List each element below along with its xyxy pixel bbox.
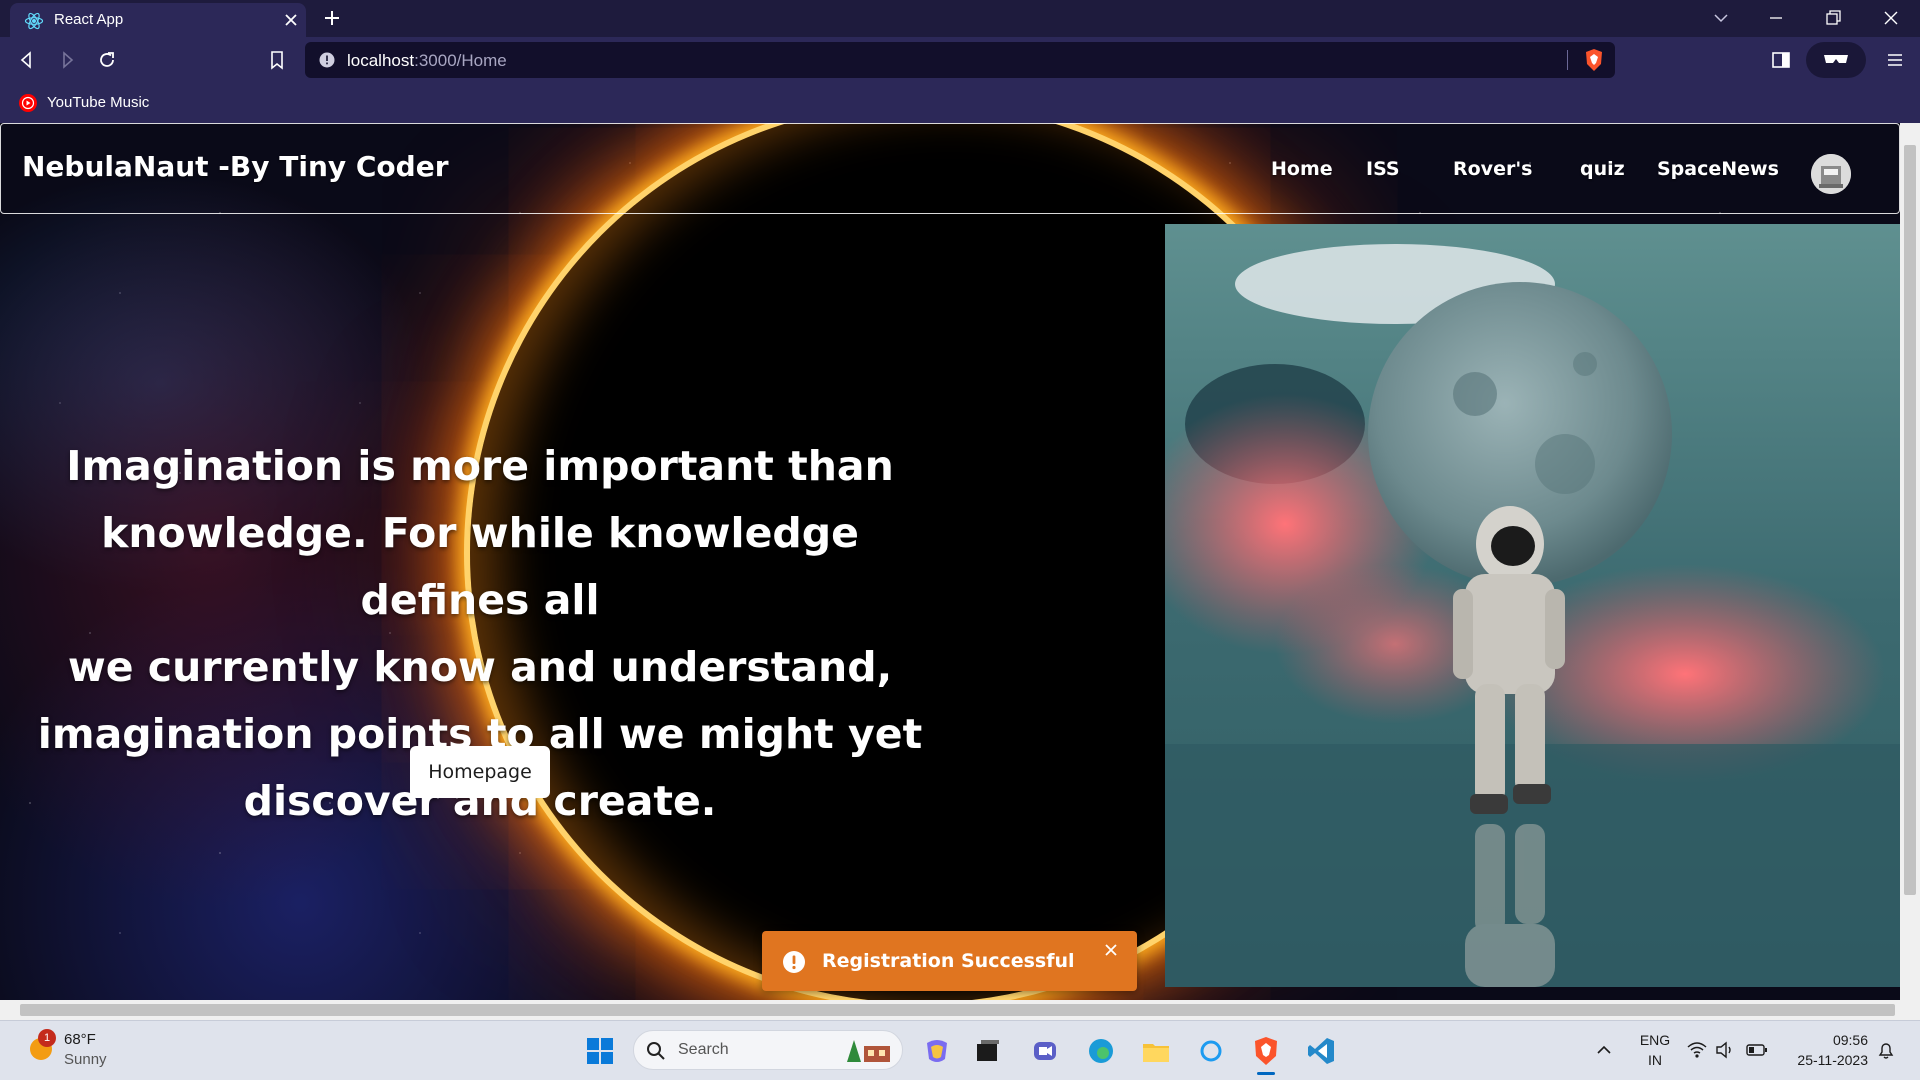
tab-search-chevron-icon[interactable] (1711, 8, 1731, 28)
browser-toolbar: localhost:3000/Home (0, 37, 1920, 83)
homepage-button[interactable]: Homepage (410, 746, 550, 798)
windows-taskbar: 1 68°F Sunny Search ENG IN 09:56 25-11-2… (0, 1020, 1920, 1080)
task-view-icon[interactable] (972, 1035, 1004, 1067)
scrollbar-corner (1900, 1000, 1920, 1020)
url-text: localhost:3000/Home (347, 51, 507, 71)
new-tab-icon[interactable] (322, 8, 342, 28)
address-bar[interactable]: localhost:3000/Home (305, 42, 1615, 78)
file-explorer-icon[interactable] (1140, 1035, 1172, 1067)
back-icon[interactable] (16, 49, 38, 71)
close-window-icon[interactable] (1881, 8, 1901, 28)
language-line1[interactable]: ENG (1633, 1032, 1677, 1048)
vertical-scrollbar[interactable] (1900, 123, 1920, 1000)
battery-icon[interactable] (1745, 1040, 1769, 1060)
url-host: localhost (347, 51, 415, 70)
volume-icon[interactable] (1714, 1040, 1736, 1060)
react-icon (24, 12, 44, 30)
quote-line: Imagination is more important than (66, 442, 894, 490)
nav-link-quiz[interactable]: quiz (1580, 158, 1625, 180)
bookmark-icon[interactable] (266, 49, 288, 71)
brave-browser-icon[interactable] (1250, 1035, 1282, 1067)
vscode-icon[interactable] (1305, 1035, 1337, 1067)
site-info-icon[interactable] (319, 52, 335, 68)
forward-icon[interactable] (56, 49, 78, 71)
close-tab-icon[interactable] (282, 11, 300, 29)
youtube-music-icon (19, 94, 37, 112)
sidebar-toggle-icon[interactable] (1770, 49, 1792, 71)
minimize-icon[interactable] (1766, 8, 1786, 28)
clock-time[interactable]: 09:56 (1780, 1032, 1868, 1048)
teams-chat-icon[interactable] (1029, 1035, 1061, 1067)
search-icon (647, 1042, 665, 1060)
astronaut-moon-image (1165, 224, 1900, 987)
horizontal-scroll-thumb[interactable] (20, 1004, 1895, 1016)
language-line2[interactable]: IN (1633, 1052, 1677, 1068)
brave-vpn-button[interactable] (1806, 42, 1866, 78)
brave-shields-icon[interactable] (1583, 48, 1605, 72)
toast-message: Registration Successful (822, 950, 1075, 972)
nav-link-iss[interactable]: ISS (1366, 158, 1400, 180)
bookmarks-bar: YouTube Music (0, 83, 1920, 123)
horizontal-scrollbar[interactable] (0, 1000, 1900, 1020)
weather-condition[interactable]: Sunny (64, 1051, 107, 1068)
nav-link-spacenews[interactable]: SpaceNews (1657, 158, 1779, 180)
search-highlight-icon (847, 1040, 890, 1062)
nav-link-home[interactable]: Home (1271, 158, 1333, 180)
weather-temp[interactable]: 68°F (64, 1031, 96, 1048)
site-navbar: NebulaNaut -By Tiny Coder Home ISS Rover… (0, 123, 1900, 214)
bookmark-youtube-music[interactable]: YouTube Music (47, 94, 149, 111)
edge-browser-icon[interactable] (1085, 1035, 1117, 1067)
brave-active-indicator (1257, 1072, 1275, 1075)
menu-icon[interactable] (1884, 49, 1906, 71)
astronaut-illustration (1165, 224, 1900, 987)
reload-icon[interactable] (96, 49, 118, 71)
browser-tab-active[interactable]: React App (10, 3, 306, 37)
notification-bell-icon[interactable] (1875, 1039, 1897, 1061)
windows-start-icon[interactable] (584, 1035, 616, 1067)
alert-icon (783, 951, 805, 973)
private-glasses-icon (1824, 55, 1848, 63)
url-path: :3000/Home (414, 51, 507, 70)
wifi-icon[interactable] (1686, 1040, 1708, 1060)
address-divider (1567, 50, 1568, 70)
search-label: Search (678, 1041, 729, 1058)
site-brand[interactable]: NebulaNaut -By Tiny Coder (22, 150, 449, 183)
avatar-image-icon (1811, 154, 1851, 194)
quote-line: we currently know and understand, (67, 643, 893, 691)
cortana-icon[interactable] (1195, 1035, 1227, 1067)
taskbar-search[interactable]: Search (633, 1030, 903, 1070)
user-avatar[interactable] (1811, 154, 1851, 194)
quote-line: knowledge. For while knowledge defines a… (101, 509, 859, 624)
tab-title: React App (54, 11, 124, 28)
browser-tabbar: React App (0, 0, 1920, 37)
restore-icon[interactable] (1823, 8, 1843, 28)
nav-link-rovers[interactable]: Rover's (1453, 158, 1532, 180)
toast-close-icon[interactable] (1104, 943, 1118, 957)
chevron-up-icon[interactable] (1593, 1039, 1615, 1061)
registration-toast: Registration Successful (762, 931, 1137, 991)
clock-date[interactable]: 25-11-2023 (1780, 1052, 1868, 1068)
weather-badge: 1 (38, 1029, 56, 1047)
vertical-scroll-thumb[interactable] (1904, 145, 1916, 895)
copilot-icon[interactable] (921, 1035, 953, 1067)
page-viewport: NebulaNaut -By Tiny Coder Home ISS Rover… (0, 123, 1900, 1000)
